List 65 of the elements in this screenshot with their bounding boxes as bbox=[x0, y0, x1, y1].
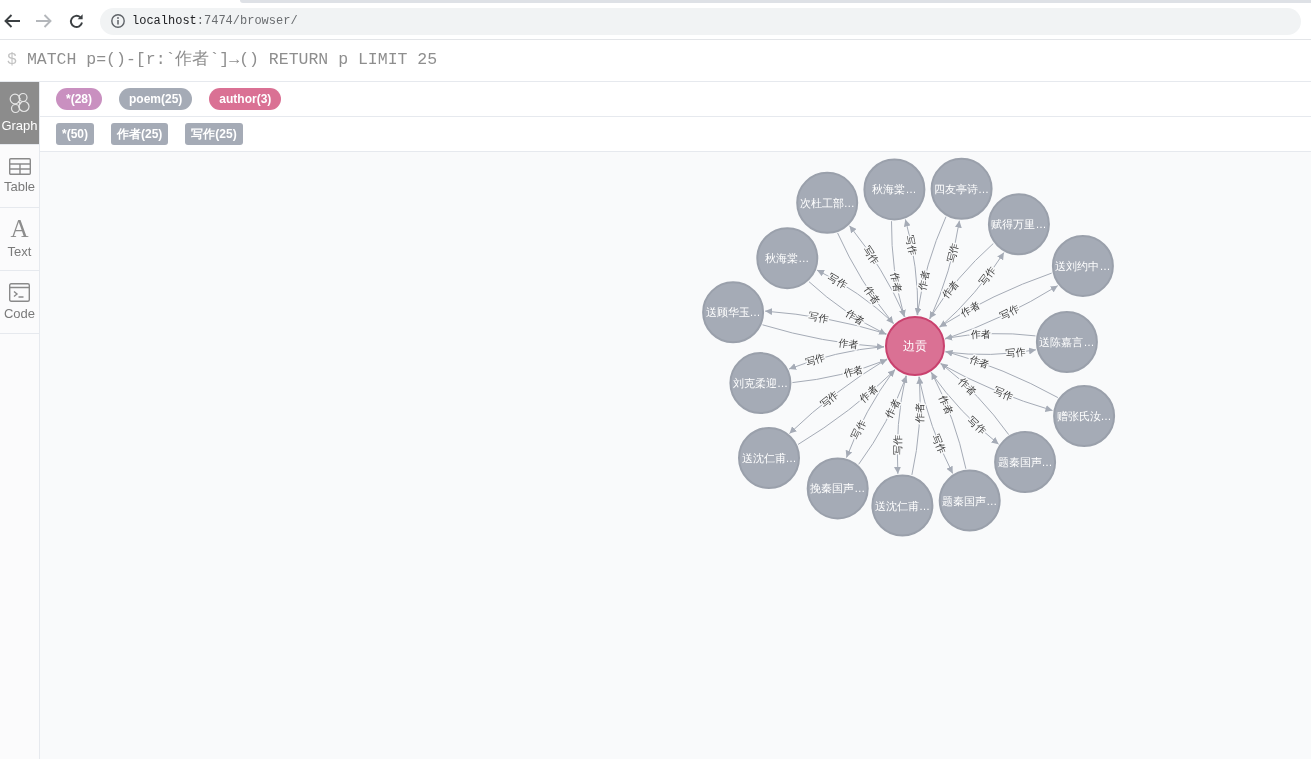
relationship-label: 作者 bbox=[862, 283, 883, 307]
relationship-label: 作者 bbox=[889, 271, 904, 293]
table-icon bbox=[8, 157, 31, 175]
node-label: 题秦国声… bbox=[942, 494, 998, 507]
relationship-label: 作者 bbox=[843, 307, 867, 328]
relationship-label: 作者 bbox=[956, 375, 979, 398]
relationship-label: 写作 bbox=[992, 385, 1015, 403]
graph-icon bbox=[9, 92, 30, 115]
node-label: 赠张氏汝… bbox=[1056, 410, 1112, 422]
node-label: 边贡 bbox=[903, 339, 927, 353]
sidebar-tab[interactable]: Code bbox=[0, 271, 39, 334]
node-label: 四友亭诗… bbox=[934, 182, 990, 195]
node-label-tag[interactable]: author(3) bbox=[209, 88, 282, 110]
node-label: 送顾华玉… bbox=[705, 306, 761, 319]
node-label: 送刘约中… bbox=[1055, 259, 1111, 272]
address-bar[interactable]: localhost:7474/browser/ bbox=[100, 7, 1301, 35]
reload-icon bbox=[68, 13, 84, 29]
relationship-label: 作者 bbox=[857, 383, 880, 405]
relationship-label: 写作 bbox=[904, 234, 919, 257]
node-label: 刘克柔迎… bbox=[732, 377, 788, 390]
relationship-label: 写作 bbox=[826, 271, 850, 292]
relationship-type-tag[interactable]: 写作(25) bbox=[185, 123, 243, 145]
node-label: 秋海棠… bbox=[765, 252, 810, 265]
relationship-label: 作者 bbox=[916, 269, 932, 292]
relationship-label: 写作 bbox=[818, 388, 841, 410]
relationship-label: 作者 bbox=[970, 328, 991, 341]
node-label: 送沈仁甫… bbox=[741, 452, 797, 464]
relationship-label: 作者 bbox=[883, 397, 902, 420]
node-label: 题秦国声… bbox=[997, 456, 1053, 469]
node-label: 秋海棠… bbox=[872, 183, 917, 196]
node-label: 赋得万里… bbox=[991, 218, 1047, 231]
relationship-label: 写作 bbox=[945, 241, 961, 264]
node-label-tag[interactable]: *(28) bbox=[56, 88, 102, 110]
relationship-label: 作者 bbox=[939, 278, 961, 301]
node-label-tag[interactable]: poem(25) bbox=[119, 88, 193, 110]
relationship-label: 作者 bbox=[958, 299, 982, 319]
relationship-label: 作者 bbox=[842, 363, 865, 380]
relationship-label: 写作 bbox=[891, 435, 904, 456]
relationship-label: 写作 bbox=[1005, 346, 1027, 360]
sidebar-tab[interactable]: Table bbox=[0, 145, 39, 208]
relationship-label: 写作 bbox=[861, 243, 882, 267]
relationship-label: 写作 bbox=[807, 310, 830, 325]
relationship-type-tag[interactable]: *(50) bbox=[56, 123, 94, 145]
forward-arrow-icon bbox=[36, 14, 52, 28]
relationship-type-tag[interactable]: 作者(25) bbox=[111, 123, 169, 145]
relationship-label: 作者 bbox=[968, 353, 991, 371]
info-icon bbox=[111, 14, 125, 28]
relationship-label: 写作 bbox=[998, 302, 1022, 322]
text-icon: A bbox=[10, 218, 29, 241]
node-label: 送陈嘉言… bbox=[1039, 336, 1095, 348]
relationship-label: 作者 bbox=[914, 402, 926, 423]
node-label: 挽秦国声… bbox=[810, 482, 866, 495]
relationship-label: 写作 bbox=[804, 351, 827, 369]
relationship-label: 写作 bbox=[849, 418, 868, 441]
terminal-icon bbox=[9, 282, 30, 302]
relationship-label: 作者 bbox=[937, 393, 956, 417]
relationship-label: 写作 bbox=[965, 414, 989, 437]
relationship-label: 写作 bbox=[977, 264, 999, 288]
node-label: 送沈仁甫… bbox=[874, 499, 930, 512]
back-arrow-icon bbox=[4, 14, 20, 28]
sidebar-tab[interactable]: Graph bbox=[0, 82, 39, 145]
relationship-label: 作者 bbox=[837, 336, 860, 351]
sidebar-tab[interactable]: A Text bbox=[0, 208, 39, 271]
relationship-label: 写作 bbox=[930, 432, 948, 456]
node-label: 次杜工部… bbox=[799, 196, 855, 209]
